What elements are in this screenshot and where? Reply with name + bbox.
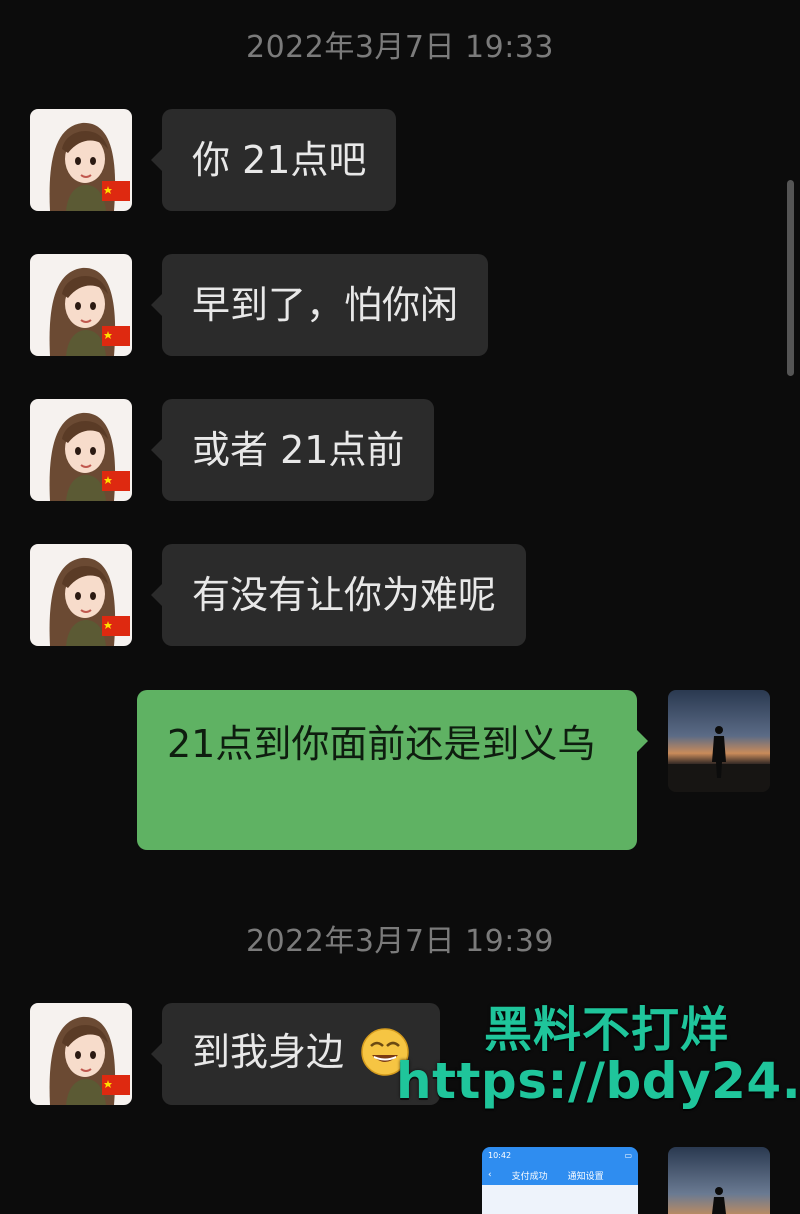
screenshot-header: ‹ 支付成功 通知设置 — [482, 1165, 638, 1185]
image-message-screenshot[interactable]: 10:42 ▭ ‹ 支付成功 通知设置 — [482, 1147, 638, 1214]
avatar-cartoon-girl-icon — [30, 544, 132, 646]
contact-avatar[interactable] — [30, 1003, 132, 1105]
message-text: 21点到你面前还是到义乌 — [167, 722, 596, 766]
avatar-cartoon-girl-icon — [30, 399, 132, 501]
message-bubble[interactable]: 或者 21点前 — [150, 399, 435, 501]
my-avatar[interactable] — [668, 1147, 770, 1214]
watermark-title: 黑料不打烊 — [484, 1002, 730, 1058]
message-text: 早到了，怕你闲 — [192, 283, 459, 327]
avatar-cartoon-girl-icon — [30, 109, 132, 211]
scrollbar[interactable] — [787, 180, 794, 376]
timestamp: 2022年3月7日 19:33 — [245, 30, 554, 65]
contact-avatar[interactable] — [30, 399, 132, 501]
screenshot-body — [482, 1185, 638, 1214]
status-bar: 10:42 ▭ — [482, 1147, 638, 1165]
back-icon: ‹ — [488, 1170, 492, 1180]
contact-avatar[interactable] — [30, 254, 132, 356]
message-bubble-outgoing[interactable]: 21点到你面前还是到义乌 — [137, 690, 648, 850]
contact-avatar[interactable] — [30, 544, 132, 646]
status-time: 10:42 — [488, 1151, 512, 1160]
screenshot-settings: 通知设置 — [567, 1171, 604, 1182]
message-text: 或者 21点前 — [192, 428, 405, 472]
contact-avatar[interactable] — [30, 109, 132, 211]
message-bubble[interactable]: 有没有让你为难呢 — [150, 544, 527, 646]
message-bubble[interactable]: 你 21点吧 — [150, 109, 397, 211]
message-bubble[interactable]: 早到了，怕你闲 — [150, 254, 489, 356]
message-text: 到我身边 — [192, 1030, 345, 1074]
avatar-cartoon-girl-icon — [30, 1003, 132, 1105]
watermark-url: https://bdy24.co — [396, 1052, 800, 1110]
avatar-sunset-silhouette-icon — [668, 690, 770, 792]
avatar-cartoon-girl-icon — [30, 254, 132, 356]
chat-view: 2022年3月7日 19:33 你 21点吧 早到了，怕你闲 或者 21点前 有… — [0, 0, 800, 1214]
message-text: 你 21点吧 — [192, 138, 367, 182]
my-avatar[interactable] — [668, 690, 770, 792]
timestamp: 2022年3月7日 19:39 — [245, 924, 554, 959]
battery-icon: ▭ — [624, 1151, 632, 1160]
screenshot-title: 支付成功 — [511, 1171, 548, 1182]
avatar-sunset-silhouette-icon — [668, 1147, 770, 1214]
message-text: 有没有让你为难呢 — [192, 573, 497, 617]
